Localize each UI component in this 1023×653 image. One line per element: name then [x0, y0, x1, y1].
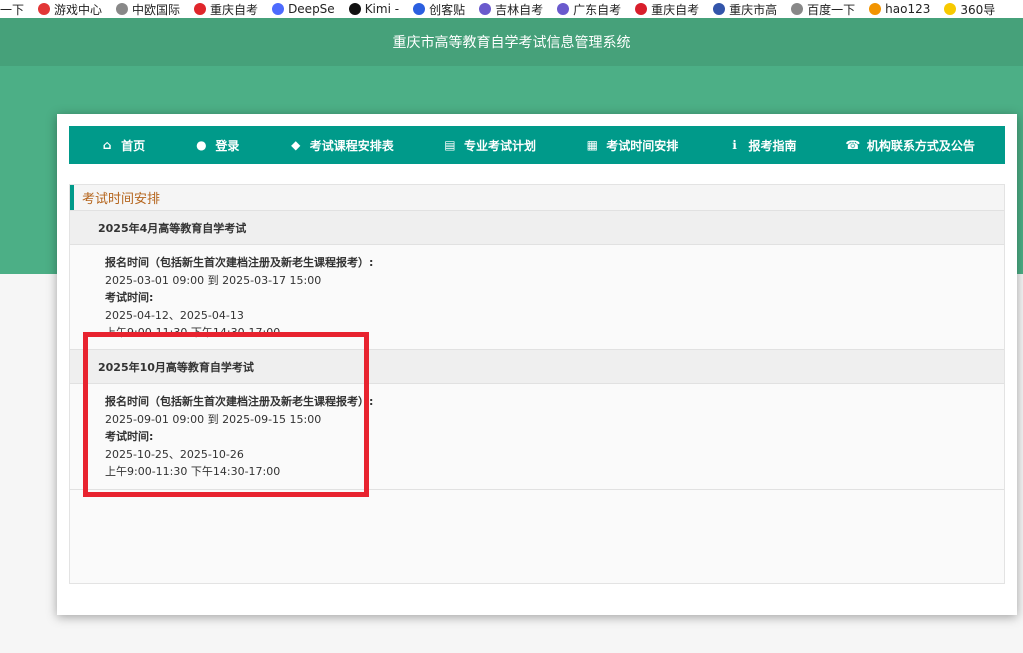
nav-course-schedule[interactable]: ◆ 考试课程安排表	[288, 137, 394, 154]
panel-title: 考试时间安排	[70, 185, 1004, 210]
globe-icon	[791, 3, 804, 15]
guangdong-icon	[557, 3, 570, 15]
globe-icon	[116, 3, 129, 15]
k-icon	[635, 3, 648, 15]
bookmark-item[interactable]: 广东自考	[557, 1, 621, 18]
bookmark-item[interactable]: 吉林自考	[479, 1, 543, 18]
bookmark-item[interactable]: 创客贴	[413, 1, 465, 18]
bookmark-label: 重庆自考	[210, 2, 259, 17]
user-icon: ●	[196, 138, 207, 152]
pen-icon	[713, 3, 726, 15]
bookmark-label: Kimi -	[364, 2, 400, 16]
nav-label: 考试课程安排表	[309, 138, 394, 153]
newspaper-icon: ▤	[444, 138, 456, 152]
bookmark-item[interactable]: 重庆自考	[194, 1, 258, 18]
bookmark-label: 吉林自考	[495, 2, 544, 17]
bookmark-label: 百度一下	[807, 2, 856, 17]
registration-label: 报名时间（包括新生首次建档注册及新老生课程报考）:	[105, 256, 374, 269]
bookmark-label: DeepSe	[288, 2, 335, 16]
content-card: ⌂ 首页 ● 登录 ◆ 考试课程安排表 ▤ 专业考试计划 ▦ 考试时间安排 ℹ …	[57, 114, 1017, 615]
bookmark-label: 广东自考	[573, 2, 622, 17]
bookmark-label: 360导	[960, 2, 996, 17]
registration-time: 2025-03-01 09:00 到 2025-03-17 15:00	[105, 273, 322, 287]
kimi-icon	[348, 3, 361, 15]
jilin-icon	[479, 3, 492, 15]
bookmarks-bar: 一下 游戏中心 中欧国际 重庆自考 DeepSe Kimi - 创客贴 吉林自考 广东自考 重庆自…	[0, 0, 1023, 18]
nav-label: 机构联系方式及公告	[866, 138, 975, 153]
nav-contact[interactable]: ☎ 机构联系方式及公告	[845, 137, 975, 154]
bookmark-label: 重庆自考	[651, 2, 700, 17]
bookmark-label: 重庆市高	[729, 2, 778, 17]
nav-exam-time[interactable]: ▦ 考试时间安排	[584, 137, 679, 154]
bookmark-label: hao123	[885, 2, 931, 16]
main-nav: ⌂ 首页 ● 登录 ◆ 考试课程安排表 ▤ 专业考试计划 ▦ 考试时间安排 ℹ …	[69, 126, 1005, 164]
exam-time-panel: 考试时间安排 2025年4月高等教育自学考试 报名时间（包括新生首次建档注册及新…	[69, 184, 1005, 584]
info-icon: ℹ	[732, 138, 737, 152]
nav-label: 首页	[121, 138, 146, 153]
nav-guide[interactable]: ℹ 报考指南	[727, 137, 797, 154]
bookmark-item[interactable]: 一下	[0, 1, 24, 18]
bookmark-item[interactable]: 重庆自考	[635, 1, 699, 18]
bookmark-label: 中欧国际	[132, 2, 181, 17]
section-body-october: 报名时间（包括新生首次建档注册及新老生课程报考）: 2025-09-01 09:…	[70, 384, 1004, 490]
site-header: 重庆市高等教育自学考试信息管理系统	[0, 18, 1023, 66]
nav-label: 专业考试计划	[463, 138, 536, 153]
360-icon	[944, 3, 957, 15]
exam-dates: 2025-10-25、2025-10-26	[105, 447, 244, 461]
nav-exam-plan[interactable]: ▤ 专业考试计划	[442, 137, 536, 154]
nav-home[interactable]: ⌂ 首页	[99, 137, 145, 154]
bookmark-item[interactable]: DeepSe	[272, 2, 335, 16]
nav-label: 考试时间安排	[606, 138, 679, 153]
opera-icon	[194, 3, 207, 15]
chuangke-icon	[413, 3, 426, 15]
phone-icon: ☎	[845, 138, 861, 152]
bookmark-label: 创客贴	[429, 2, 466, 17]
bookmark-item[interactable]: 重庆市高	[713, 1, 777, 18]
nav-label: 报考指南	[748, 138, 797, 153]
registration-time: 2025-09-01 09:00 到 2025-09-15 15:00	[105, 412, 322, 426]
section-heading-october: 2025年10月高等教育自学考试	[70, 349, 1004, 384]
bookmark-item[interactable]: hao123	[869, 2, 930, 16]
bookmark-item[interactable]: 中欧国际	[116, 1, 180, 18]
bookmark-item[interactable]: 百度一下	[791, 1, 855, 18]
calendar-icon: ▦	[586, 138, 598, 152]
registration-label: 报名时间（包括新生首次建档注册及新老生课程报考）:	[105, 395, 374, 408]
bookmark-item[interactable]: 游戏中心	[38, 1, 102, 18]
nav-login[interactable]: ● 登录	[193, 137, 239, 154]
bookmark-label: 一下	[0, 2, 25, 17]
bookmark-item[interactable]: 360导	[944, 1, 995, 18]
hao-icon	[869, 3, 882, 15]
game-icon	[38, 3, 51, 15]
exam-hours: 上午9:00-11:30 下午14:30-17:00	[105, 326, 281, 339]
exam-time-label: 考试时间:	[105, 291, 154, 304]
nav-label: 登录	[215, 138, 240, 153]
section-body-april: 报名时间（包括新生首次建档注册及新老生课程报考）: 2025-03-01 09:…	[70, 245, 1004, 349]
exam-dates: 2025-04-12、2025-04-13	[105, 308, 244, 322]
bookmark-item[interactable]: Kimi -	[348, 2, 400, 16]
graduation-cap-icon: ◆	[291, 138, 301, 152]
bookmark-label: 游戏中心	[54, 2, 103, 17]
section-heading-april: 2025年4月高等教育自学考试	[70, 210, 1004, 245]
site-title: 重庆市高等教育自学考试信息管理系统	[392, 35, 631, 51]
exam-time-label: 考试时间:	[105, 430, 154, 443]
home-icon: ⌂	[102, 138, 112, 152]
exam-hours: 上午9:00-11:30 下午14:30-17:00	[105, 465, 281, 478]
deepseek-icon	[272, 3, 285, 15]
